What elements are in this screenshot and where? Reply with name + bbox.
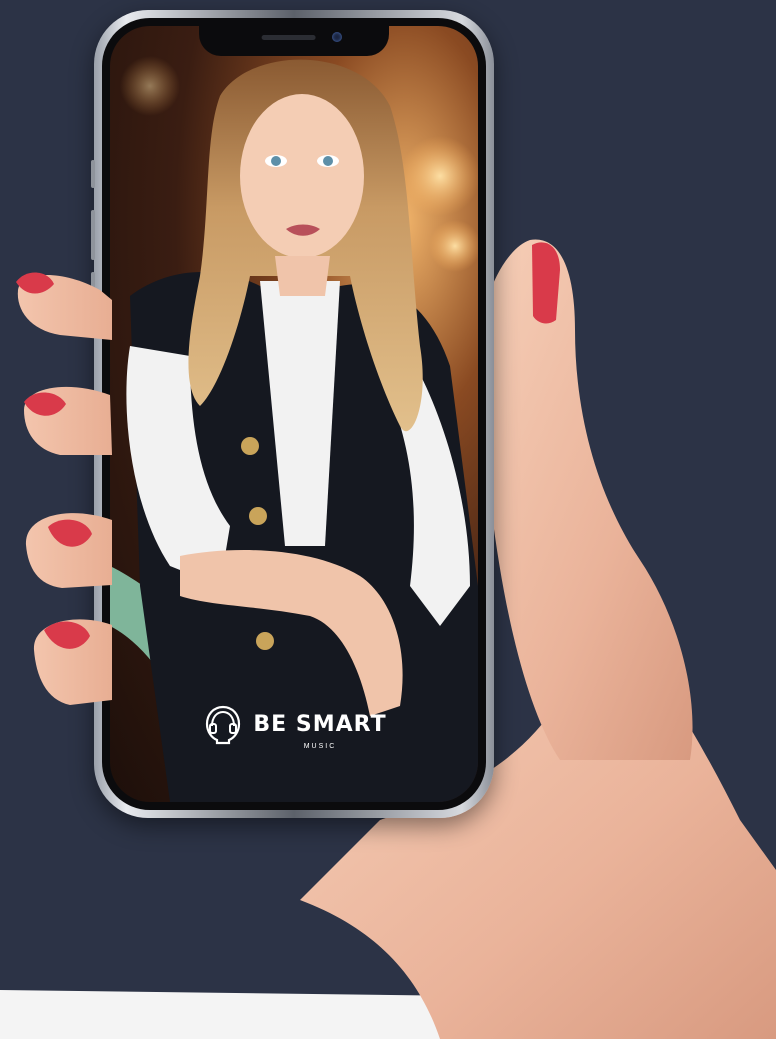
- speaker-grille: [261, 35, 316, 40]
- thumb-nail-icon: [532, 242, 560, 324]
- scene: BE SMART MUSIC: [0, 0, 776, 1039]
- notch: [199, 26, 389, 56]
- phone-screen: BE SMART MUSIC: [110, 26, 478, 802]
- volume-down-button: [91, 272, 95, 322]
- volume-up-button: [91, 210, 95, 260]
- headphones-head-icon: [206, 705, 241, 745]
- mute-switch: [91, 160, 95, 188]
- brand-lockup: BE SMART MUSIC: [110, 702, 478, 750]
- phone-bezel: BE SMART MUSIC: [102, 18, 486, 810]
- portrait-photo: [110, 56, 478, 802]
- front-camera-icon: [332, 32, 342, 42]
- brand-name: BE SMART: [253, 711, 387, 737]
- phone-frame: BE SMART MUSIC: [91, 10, 494, 818]
